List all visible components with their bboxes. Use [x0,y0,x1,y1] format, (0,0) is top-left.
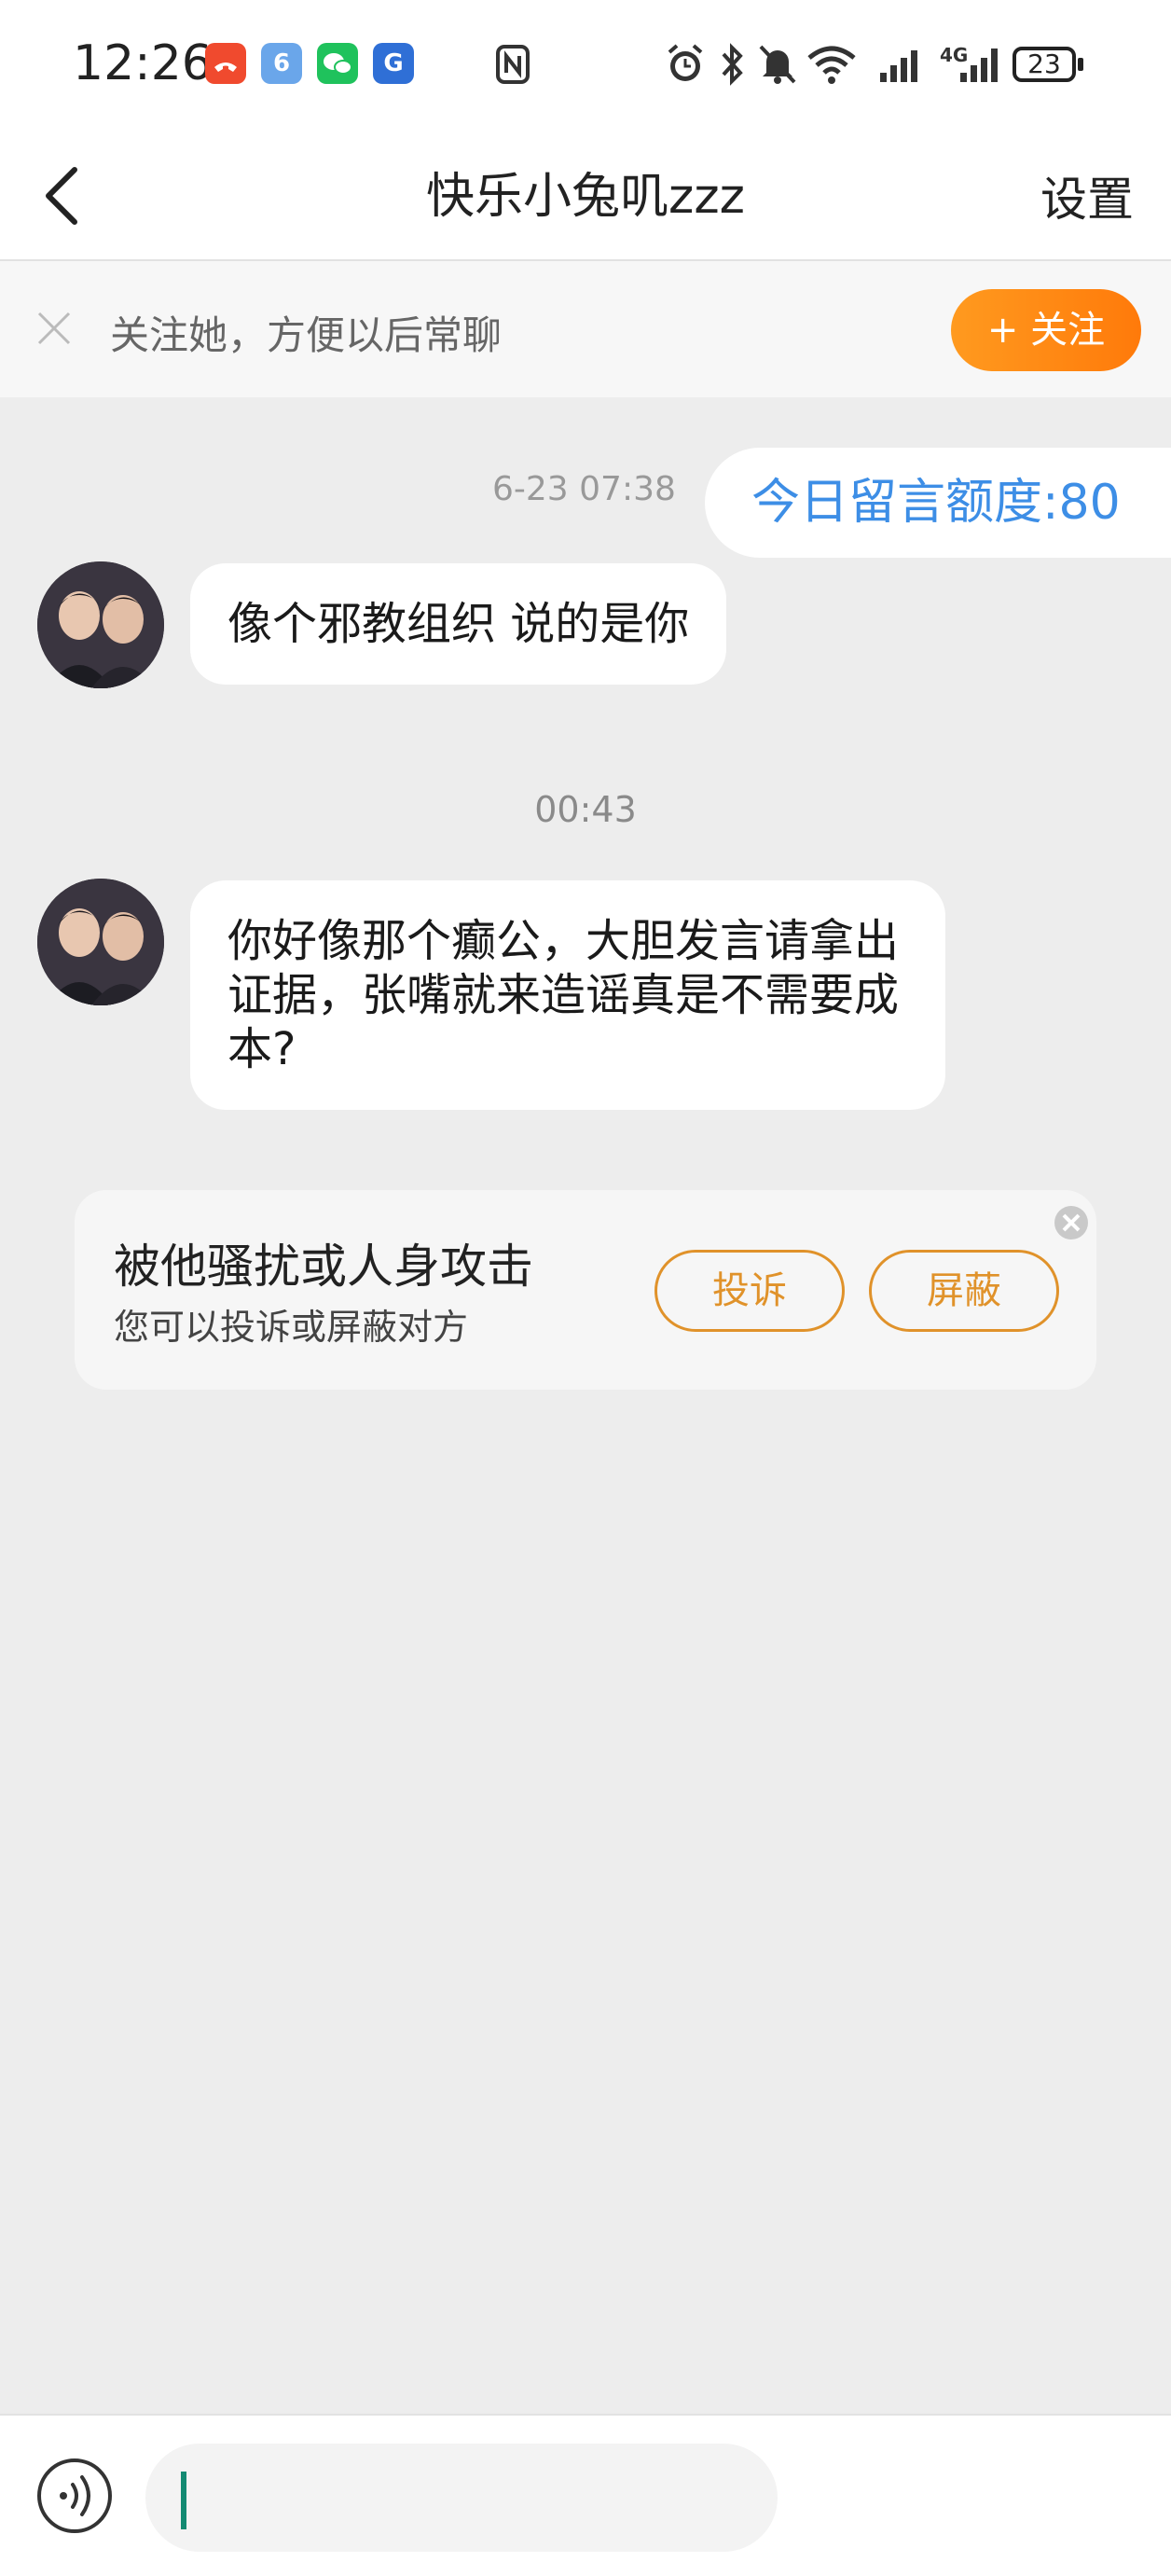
mute-bell-icon [757,41,798,88]
close-icon[interactable] [34,308,75,349]
message-input[interactable] [145,2444,778,2552]
battery-tip [1078,58,1083,71]
incoming-message: 像个邪教组织 说的是你 [190,563,727,685]
quota-notice: 今日留言额度:80 [705,448,1171,558]
report-card-title: 被他骚扰或人身攻击 [114,1240,533,1294]
chat-title: 快乐小兔叽zzz [426,169,745,225]
signal-icon [876,41,929,88]
voice-icon[interactable] [35,2457,114,2535]
battery-indicator: 23 [1013,47,1076,82]
wechat-icon [317,43,358,84]
report-card-subtitle: 您可以投诉或屏蔽对方 [114,1307,469,1348]
follow-button[interactable]: + 关注 [951,289,1141,371]
message-timestamp: 00:43 [534,789,637,830]
nfc-icon [494,41,531,88]
status-time: 12:26 [73,35,213,91]
signal-4g-icon: 4G [940,41,999,88]
svg-text:4G: 4G [940,44,968,66]
follow-banner: 关注她，方便以后常聊 + 关注 [0,261,1171,397]
block-button[interactable]: 屏蔽 [869,1250,1059,1332]
app-6-icon: 6 [261,43,302,84]
report-button[interactable]: 投诉 [654,1250,845,1332]
status-bar: 12:26 6 G 4G 23 [0,0,1171,131]
follow-prompt: 关注她，方便以后常聊 [110,312,503,358]
top-nav-bar: 快乐小兔叽zzz 设置 [0,131,1171,261]
missed-call-icon [205,43,246,84]
message-timestamp: 6-23 07:38 [492,470,676,508]
settings-button[interactable]: 设置 [1040,162,1134,229]
close-icon[interactable] [1052,1203,1091,1242]
wifi-icon [806,41,858,88]
bluetooth-icon [718,41,748,88]
avatar[interactable] [37,879,164,1005]
input-bar [0,2414,1171,2576]
text-caret [181,2472,186,2529]
avatar[interactable] [37,561,164,688]
incoming-message: 你好像那个癫公，大胆发言请拿出证据，张嘴就来造谣真是不需要成本? [190,880,945,1110]
alarm-icon [664,41,707,88]
harassment-report-card: 被他骚扰或人身攻击 您可以投诉或屏蔽对方 投诉 屏蔽 [75,1190,1096,1390]
transit-app-icon: G [373,43,414,84]
